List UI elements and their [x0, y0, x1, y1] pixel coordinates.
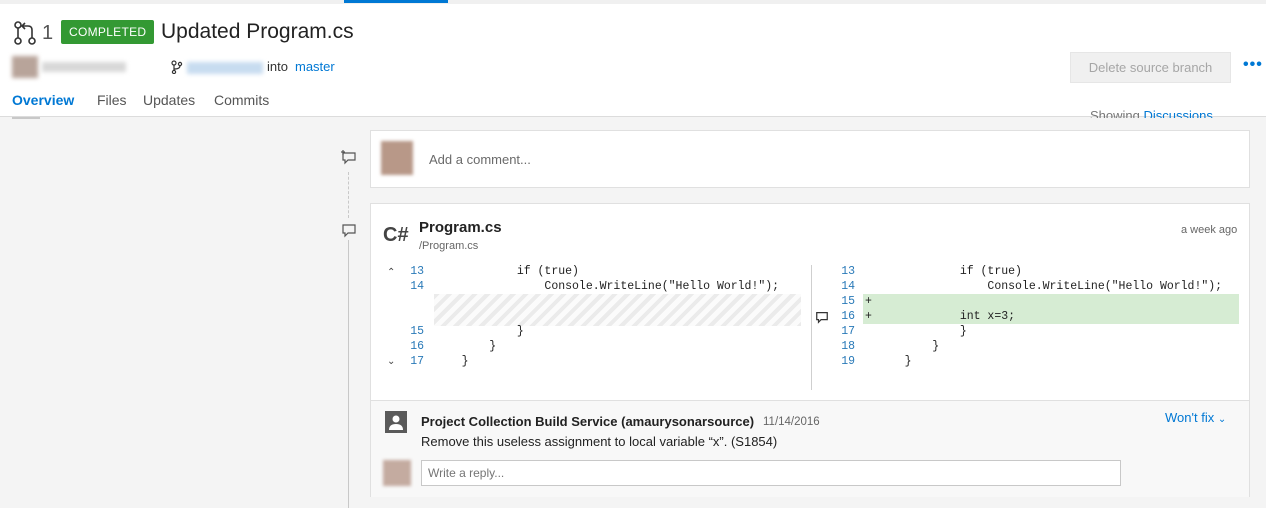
build-service-icon	[385, 411, 407, 433]
thread-comment-text: Remove this useless assignment to local …	[421, 434, 778, 449]
csharp-file-icon: C#	[383, 224, 409, 246]
scroll-stub	[12, 117, 40, 119]
thread-status-label: Won't fix	[1165, 410, 1215, 425]
author[interactable]	[12, 56, 126, 78]
file-name[interactable]: Program.cs	[419, 219, 502, 236]
left-line-number: 15	[410, 325, 424, 338]
avatar	[12, 56, 38, 78]
pr-header: 1 COMPLETED Updated Program.cs into mast…	[0, 4, 1266, 117]
added-marker: +	[865, 310, 872, 323]
right-line-number: 19	[841, 355, 855, 368]
comment-icon	[342, 224, 356, 238]
avatar	[381, 141, 413, 175]
comment-thread: Project Collection Build Service (amaury…	[371, 400, 1249, 497]
file-timestamp: a week ago	[1181, 224, 1238, 236]
right-line-number: 17	[841, 325, 855, 338]
right-code-line: if (true)	[877, 265, 1022, 278]
left-code-line: if (true)	[434, 265, 579, 278]
source-branch-link[interactable]	[187, 62, 263, 74]
left-line-number: 14	[410, 280, 424, 293]
active-hub-indicator	[344, 0, 448, 3]
target-branch-link[interactable]: master	[295, 59, 335, 74]
add-comment-input[interactable]: Add a comment...	[429, 152, 531, 167]
left-code-line: }	[434, 355, 469, 368]
right-line-number: 15	[841, 295, 855, 308]
pr-id: 1	[42, 22, 54, 44]
added-line-highlight	[863, 294, 1239, 309]
chevron-up-icon[interactable]: ⌃	[387, 267, 395, 278]
new-comment-card: Add a comment...	[370, 130, 1250, 188]
thread-date: 11/14/2016	[763, 416, 820, 428]
left-line-number: 16	[410, 340, 424, 353]
file-path: /Program.cs	[419, 240, 479, 252]
chevron-down-icon[interactable]: ⌄	[387, 356, 395, 367]
empty-diff-placeholder	[434, 294, 801, 326]
left-code-line: }	[434, 340, 497, 353]
timeline-line	[348, 240, 349, 508]
discussions-filter-link[interactable]: Discussions	[1144, 108, 1213, 118]
status-badge: COMPLETED	[61, 20, 155, 44]
right-code-line: int x=3;	[877, 310, 1016, 323]
left-line-number: 17	[410, 355, 424, 368]
delete-source-branch-button[interactable]: Delete source branch	[1070, 52, 1231, 83]
tab-files[interactable]: Files	[97, 92, 127, 108]
showing-filter: Showing Discussions	[1090, 108, 1213, 118]
more-actions-button[interactable]: •••	[1243, 56, 1263, 74]
diff-splitter[interactable]	[811, 265, 812, 390]
right-line-number: 16	[841, 310, 855, 323]
tab-updates[interactable]: Updates	[143, 92, 195, 108]
thread-author: Project Collection Build Service (amaury…	[421, 414, 755, 429]
right-line-number: 14	[841, 280, 855, 293]
branch-icon	[171, 60, 183, 74]
right-code-line: }	[877, 340, 940, 353]
into-label: into	[267, 59, 288, 74]
reply-input[interactable]	[421, 460, 1121, 486]
right-code-line: Console.WriteLine("Hello World!");	[877, 280, 1223, 293]
tab-overview[interactable]: Overview	[12, 92, 74, 108]
page-title: Updated Program.cs	[161, 20, 354, 43]
left-code-line: }	[434, 325, 524, 338]
add-comment-icon	[341, 150, 356, 165]
author-name	[42, 62, 126, 72]
added-marker: +	[865, 295, 872, 308]
showing-label: Showing	[1090, 108, 1140, 118]
right-line-number: 18	[841, 340, 855, 353]
chevron-down-icon: ⌄	[1217, 414, 1227, 425]
timeline-connector	[348, 172, 349, 218]
left-code-line: Console.WriteLine("Hello World!");	[434, 280, 780, 293]
thread-status-dropdown[interactable]: Won't fix ⌄	[1165, 410, 1226, 425]
left-line-number: 13	[410, 265, 424, 278]
avatar	[383, 460, 411, 486]
right-line-number: 13	[841, 265, 855, 278]
tab-commits[interactable]: Commits	[214, 92, 269, 108]
line-comment-icon[interactable]	[815, 310, 829, 324]
right-code-line: }	[877, 355, 912, 368]
pull-request-icon	[14, 21, 36, 45]
file-discussion-card: C# Program.cs /Program.cs a week ago ⌃ ⌄…	[370, 203, 1250, 497]
right-code-line: }	[877, 325, 967, 338]
